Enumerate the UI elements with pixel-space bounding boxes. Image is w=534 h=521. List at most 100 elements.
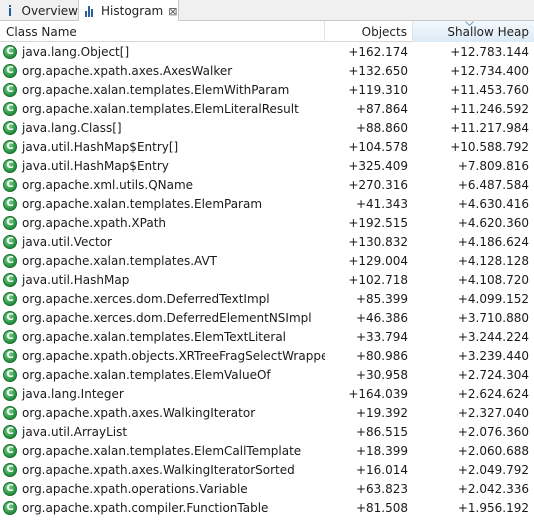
class-name-cell: Corg.apache.xalan.templates.ElemCallTemp… [0, 441, 325, 460]
class-name: org.apache.xpath.axes.AxesWalker [22, 63, 233, 78]
table-row[interactable]: Cjava.lang.Integer +164.039 +2.624.624 [0, 384, 534, 403]
table-row[interactable]: Corg.apache.xalan.templates.ElemValueOf +… [0, 365, 534, 384]
table-row[interactable]: Cjava.util.ArrayList +86.515 +2.076.360 [0, 422, 534, 441]
table-row[interactable]: Corg.apache.xpath.operations.Variable +63… [0, 479, 534, 498]
class-name: org.apache.xalan.templates.AVT [22, 253, 217, 268]
table-row[interactable]: Corg.apache.xpath.XPath +192.515 +4.620.36… [0, 213, 534, 232]
table-row[interactable]: Corg.apache.xalan.templates.ElemCallTemp… [0, 441, 534, 460]
column-header-class-name[interactable]: Class Name [0, 21, 325, 42]
shallow-heap-cell: +2.060.688 [457, 443, 529, 458]
class-name: java.lang.Object[] [22, 44, 130, 59]
class-name-cell: Cjava.util.HashMap$Entry [0, 156, 325, 175]
class-name: org.apache.xalan.templates.ElemTextLiter… [22, 329, 287, 344]
class-name: java.lang.Class[] [22, 120, 122, 135]
table-row[interactable]: Corg.apache.xalan.templates.ElemParam +41… [0, 194, 534, 213]
class-icon: C [3, 139, 17, 154]
class-name-cell: Corg.apache.xalan.templates.ElemLiteralR… [0, 99, 325, 118]
shallow-heap-cell: +2.724.304 [457, 367, 529, 382]
class-icon: C [3, 120, 17, 135]
objects-cell: +80.986 [355, 348, 408, 363]
close-icon[interactable]: ⊠ [168, 6, 177, 17]
class-icon: C [3, 44, 17, 59]
column-header-objects[interactable]: Objects [325, 21, 413, 42]
objects-cell: +164.039 [348, 386, 408, 401]
table-row[interactable]: Corg.apache.xml.utils.QName +270.316 +6.48… [0, 175, 534, 194]
class-name: org.apache.xerces.dom.DeferredTextImpl [22, 291, 270, 306]
objects-cell: +130.832 [348, 234, 408, 249]
table-row[interactable]: Cjava.lang.Object[] +162.174 +12.783.144 [0, 42, 534, 61]
class-icon: C [3, 424, 17, 439]
class-name-cell: Corg.apache.xpath.axes.AxesWalker [0, 61, 325, 80]
table-row[interactable]: Cjava.util.Vector +130.832 +4.186.624 [0, 232, 534, 251]
objects-cell: +33.794 [355, 329, 408, 344]
sort-descending-icon [465, 21, 474, 26]
class-icon: C [3, 310, 17, 325]
table-row[interactable]: Corg.apache.xpath.compiler.FunctionTable… [0, 498, 534, 517]
class-name: java.util.Vector [22, 234, 112, 249]
shallow-heap-cell: +2.624.624 [457, 386, 529, 401]
class-name-cell: Corg.apache.xpath.compiler.FunctionTable [0, 498, 325, 517]
table-row[interactable]: Cjava.util.HashMap$Entry[] +104.578 +10.58… [0, 137, 534, 156]
class-name: org.apache.xalan.templates.ElemCallTempl… [22, 443, 302, 458]
shallow-heap-cell: +2.049.792 [457, 462, 529, 477]
shallow-heap-cell: +10.588.792 [450, 139, 529, 154]
table-row[interactable]: Corg.apache.xerces.dom.DeferredTextImpl +… [0, 289, 534, 308]
class-name: java.util.ArrayList [22, 424, 128, 439]
class-icon: C [3, 386, 17, 401]
class-icon: C [3, 215, 17, 230]
table-row[interactable]: Corg.apache.xerces.dom.DeferredElementNS… [0, 308, 534, 327]
objects-cell: +19.392 [355, 405, 408, 420]
table-row[interactable]: Corg.apache.xalan.templates.ElemWithPara… [0, 80, 534, 99]
table-row[interactable]: Corg.apache.xpath.axes.AxesWalker +132.65… [0, 61, 534, 80]
class-icon: C [3, 82, 17, 97]
shallow-heap-cell: +1.956.192 [457, 500, 529, 515]
class-name: org.apache.xalan.templates.ElemValueOf [22, 367, 271, 382]
class-name-cell: Cjava.lang.Object[] [0, 42, 325, 61]
table-row[interactable]: Corg.apache.xalan.templates.ElemLiteralR… [0, 99, 534, 118]
table-row[interactable]: Corg.apache.xpath.axes.WalkingIteratorSo… [0, 460, 534, 479]
class-name-cell: Corg.apache.xpath.XPath [0, 213, 325, 232]
objects-cell: +102.718 [348, 272, 408, 287]
class-name-cell: Corg.apache.xpath.objects.XRTreeFragSele… [0, 346, 325, 365]
objects-cell: +119.310 [348, 82, 408, 97]
objects-cell: +81.508 [355, 500, 408, 515]
class-name: org.apache.xalan.templates.ElemParam [22, 196, 263, 211]
objects-cell: +30.958 [355, 367, 408, 382]
shallow-heap-cell: +12.734.400 [450, 63, 529, 78]
table-row[interactable]: Cjava.lang.Class[] +88.860 +11.217.984 [0, 118, 534, 137]
table-row[interactable]: Cjava.util.HashMap +102.718 +4.108.720 [0, 270, 534, 289]
class-icon: C [3, 443, 17, 458]
tab-histogram[interactable]: Histogram ⊠ [79, 0, 179, 22]
objects-cell: +63.823 [355, 481, 408, 496]
shallow-heap-cell: +2.042.336 [457, 481, 529, 496]
info-icon [5, 4, 15, 17]
tab-overview[interactable]: Overview [0, 0, 79, 21]
class-icon: C [3, 291, 17, 306]
shallow-heap-cell: +12.783.144 [450, 44, 529, 59]
class-name-cell: Corg.apache.xpath.axes.WalkingIterator [0, 403, 325, 422]
class-name-cell: Cjava.util.HashMap$Entry[] [0, 137, 325, 156]
table-row[interactable]: Corg.apache.xalan.templates.AVT +129.004 +… [0, 251, 534, 270]
editor-tab-bar: Overview Histogram ⊠ [0, 0, 534, 22]
class-name: java.util.HashMap$Entry [22, 158, 169, 173]
table-row[interactable]: Cjava.util.HashMap$Entry +325.409 +7.809.8… [0, 156, 534, 175]
shallow-heap-cell: +11.217.984 [450, 120, 529, 135]
class-name-cell: Corg.apache.xpath.operations.Variable [0, 479, 325, 498]
class-icon: C [3, 367, 17, 382]
class-name: org.apache.xpath.objects.XRTreeFragSelec… [22, 348, 325, 363]
class-name: org.apache.xpath.compiler.FunctionTable [22, 500, 269, 515]
table-row[interactable]: Corg.apache.xpath.objects.XRTreeFragSele… [0, 346, 534, 365]
tab-overview-label: Overview [21, 3, 79, 18]
class-name: java.util.HashMap$Entry[] [22, 139, 179, 154]
table-row[interactable]: Corg.apache.xpath.axes.WalkingIterator +1… [0, 403, 534, 422]
class-name-cell: Cjava.util.Vector [0, 232, 325, 251]
shallow-heap-cell: +2.076.360 [457, 424, 529, 439]
objects-cell: +87.864 [355, 101, 408, 116]
objects-cell: +85.399 [355, 291, 408, 306]
shallow-heap-cell: +11.453.760 [450, 82, 529, 97]
shallow-heap-cell: +3.239.440 [457, 348, 529, 363]
table-row[interactable]: Corg.apache.xalan.templates.ElemTextLite… [0, 327, 534, 346]
class-icon: C [3, 462, 17, 477]
class-name-cell: Cjava.lang.Class[] [0, 118, 325, 137]
class-name-cell: Corg.apache.xerces.dom.DeferredTextImpl [0, 289, 325, 308]
